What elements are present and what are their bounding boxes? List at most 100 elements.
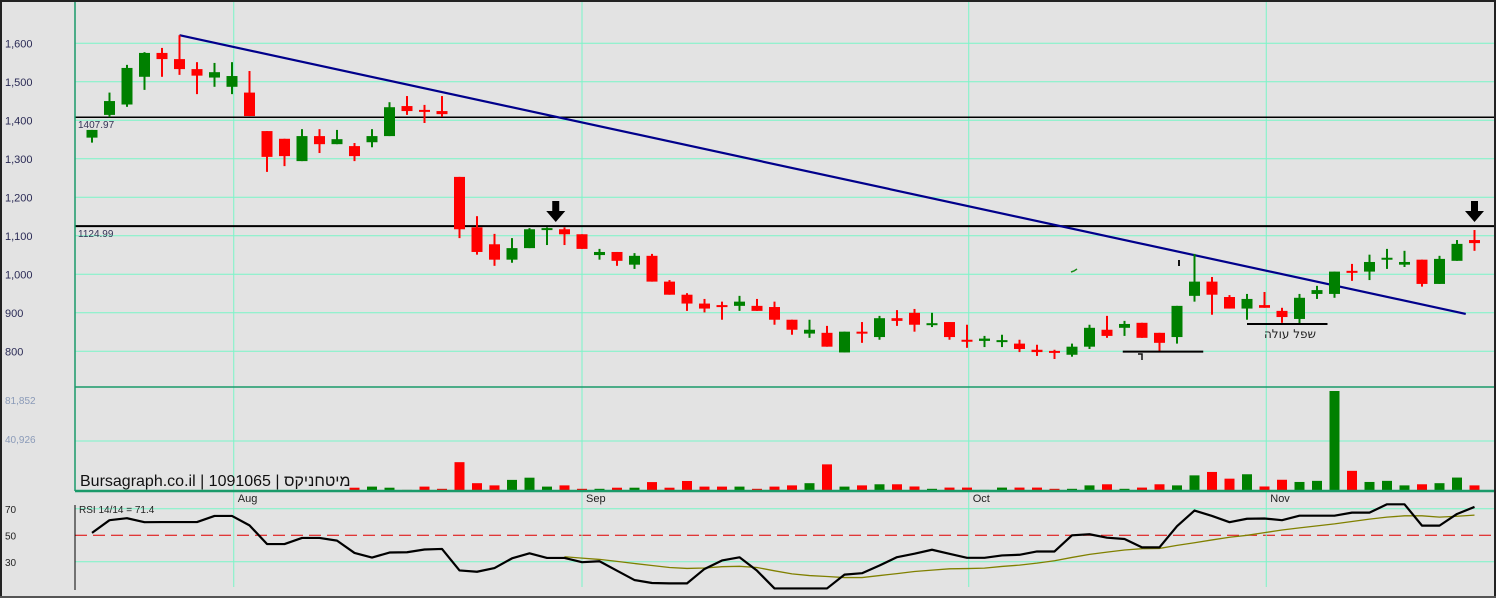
month-label: Oct [973, 493, 990, 505]
candle-body [384, 107, 395, 137]
volume-bar [1294, 481, 1305, 491]
candle [664, 280, 675, 295]
candle-body [821, 332, 833, 347]
volume-bar [1364, 481, 1375, 491]
candle-body [996, 340, 1008, 343]
candle-body [1434, 258, 1445, 284]
candle-body [1276, 310, 1288, 318]
candle-body [1364, 261, 1375, 272]
candle-body [1031, 349, 1043, 353]
candle-body [524, 229, 535, 249]
candle [1329, 271, 1340, 298]
volume-tick-label: 40,926 [5, 435, 36, 446]
candle-body [856, 331, 868, 334]
candle-body [716, 305, 728, 308]
volume-bar [682, 480, 692, 491]
candle-body [629, 255, 640, 265]
candle-body [664, 281, 675, 295]
candle [646, 253, 658, 282]
candle-body [244, 92, 255, 117]
candle-body [104, 101, 115, 115]
candle-body [1189, 281, 1200, 296]
volume-bar [454, 462, 465, 491]
rsi-tick-label: 70 [5, 505, 17, 516]
candle-body [559, 229, 570, 235]
candle-body [926, 323, 938, 326]
month-label: Sep [586, 493, 606, 505]
candle-body [436, 111, 448, 115]
annotation-rising-low: שפל עולה [1264, 327, 1316, 341]
candle-body [471, 227, 483, 252]
candle-body [1084, 327, 1095, 347]
candle-body [1381, 257, 1393, 260]
candle-body [909, 312, 920, 325]
candle-body [1171, 305, 1183, 338]
candle-body [419, 109, 430, 112]
candle-body [366, 136, 378, 143]
candle-body [349, 146, 360, 157]
candle-body [979, 338, 990, 341]
candle-body [839, 331, 850, 353]
price-tick-label: 1,200 [5, 192, 33, 204]
volume-bar [1242, 474, 1252, 491]
candle-body [1049, 350, 1060, 353]
volume-bar [1312, 480, 1322, 491]
candle-body [1136, 322, 1148, 338]
candle-body [611, 251, 623, 261]
candle [1224, 295, 1235, 309]
candle-body [961, 339, 973, 342]
price-tick-label: 1,000 [5, 269, 33, 281]
candle-body [1399, 261, 1410, 265]
candle [576, 234, 588, 249]
candle-body [174, 59, 185, 70]
candle-body [314, 136, 325, 145]
candle-body [1294, 297, 1305, 319]
price-tick-label: 1,500 [5, 77, 33, 89]
candle [1084, 324, 1095, 349]
volume-bar [1207, 471, 1217, 491]
candle [1416, 259, 1428, 287]
candle-body [1206, 281, 1218, 295]
candle [524, 228, 535, 249]
candle-body [261, 131, 273, 157]
price-tick-label: 1,100 [5, 231, 33, 243]
month-label: Nov [1270, 493, 1290, 505]
candle [384, 102, 395, 137]
volume-bar [647, 482, 657, 491]
candle-body [1346, 270, 1358, 273]
stock-chart: Aug Sep Oct Nov 1,600 1,500 1,400 1,300 1,200 1,… [0, 0, 1496, 598]
volume-bar [1277, 479, 1287, 491]
candle-body [769, 307, 780, 320]
volume-bar [822, 464, 832, 491]
candle-body [156, 52, 168, 60]
candle-body [296, 136, 308, 162]
candle-body [891, 318, 903, 321]
candle-body [121, 67, 133, 105]
candle-body [1451, 243, 1463, 261]
candle-body [139, 52, 150, 77]
price-tick-label: 1,300 [5, 154, 33, 166]
candle-body [1014, 343, 1025, 349]
volume-bar [1224, 478, 1235, 491]
candle-body [699, 303, 710, 309]
candle-body [401, 106, 413, 112]
candle-body [1101, 329, 1113, 336]
candle-body [1066, 346, 1078, 355]
candle-body [489, 244, 500, 260]
candle-body [506, 248, 518, 260]
candle [874, 315, 885, 340]
candle-body [1154, 332, 1165, 343]
price-tick-label: 1,400 [5, 115, 33, 127]
candle-body [576, 234, 588, 249]
candle-body [331, 139, 343, 145]
volume-tick-label: 81,852 [5, 396, 36, 407]
candle-body [279, 138, 290, 157]
candle-body [734, 301, 745, 306]
candle-body [804, 329, 815, 334]
price-tick-label: 1,600 [5, 38, 33, 50]
candle-body [594, 251, 605, 256]
volume-bar [507, 479, 517, 491]
candle [1434, 255, 1445, 284]
candle-body [454, 176, 465, 230]
volume-bar [1329, 391, 1340, 491]
